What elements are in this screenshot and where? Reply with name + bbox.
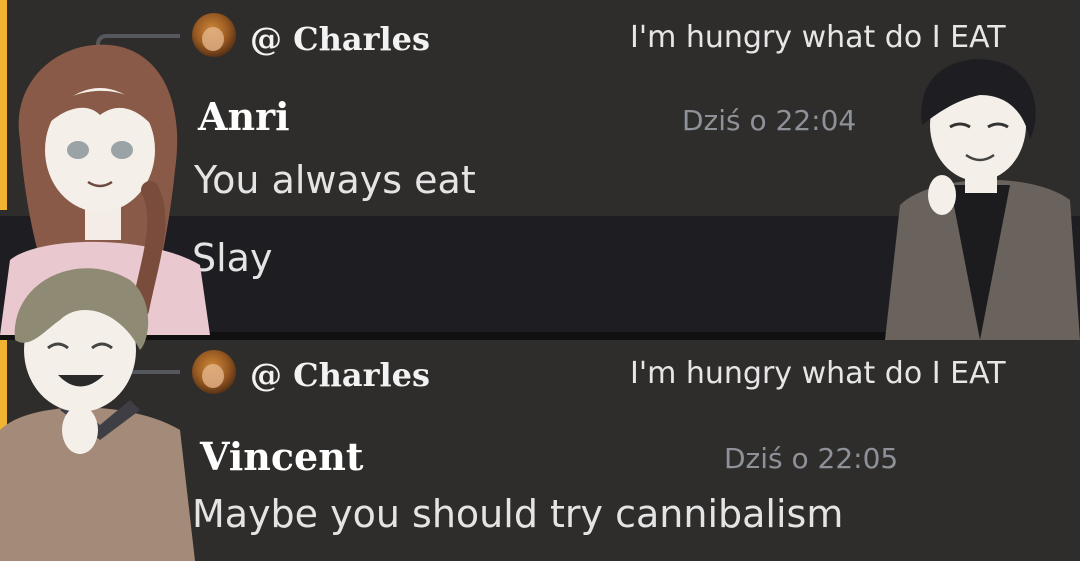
- reply-author[interactable]: @ Charles: [250, 20, 430, 58]
- reply-preview-text[interactable]: I'm hungry what do I EAT: [630, 356, 1006, 391]
- message-text: Maybe you should try cannibalism: [192, 492, 844, 536]
- message-timestamp: Dziś o 22:04: [682, 104, 857, 137]
- dark-haired-illustration: [880, 55, 1080, 340]
- reply-preview-text[interactable]: I'm hungry what do I EAT: [630, 20, 1006, 55]
- message-timestamp: Dziś o 22:05: [724, 442, 899, 475]
- message-author[interactable]: Vincent: [200, 434, 363, 479]
- reply-author[interactable]: @ Charles: [250, 356, 430, 394]
- message-text: You always eat: [194, 158, 476, 202]
- vincent-illustration: [0, 240, 200, 561]
